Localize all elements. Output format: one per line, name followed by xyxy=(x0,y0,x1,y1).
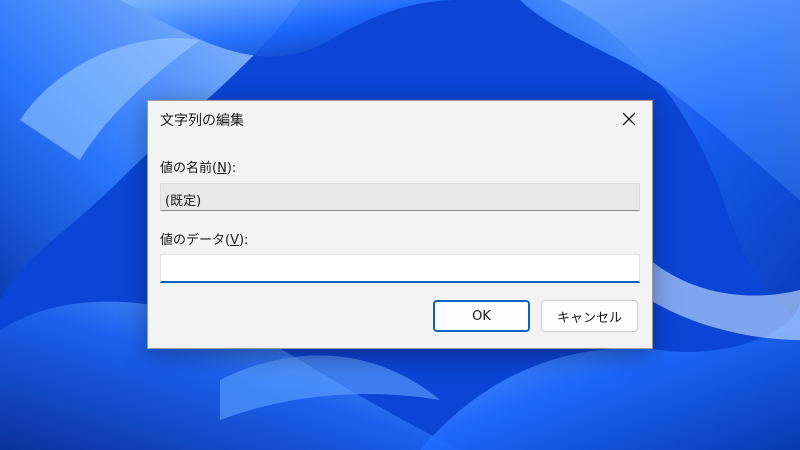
value-name-label-text: 値の名前( xyxy=(160,161,218,176)
value-name-field[interactable]: (既定) xyxy=(160,183,640,211)
value-name-label-suffix: ): xyxy=(226,161,237,176)
close-icon xyxy=(622,112,636,126)
dialog-titlebar[interactable]: 文字列の編集 xyxy=(148,101,652,137)
cancel-button[interactable]: キャンセル xyxy=(541,300,638,332)
value-data-accesskey: V xyxy=(230,233,239,248)
dialog-title: 文字列の編集 xyxy=(160,113,244,129)
desktop-wallpaper: 文字列の編集 値の名前(N): (既定) 値のデータ(V): OK キャンセル xyxy=(0,0,800,450)
value-name-label: 値の名前(N): xyxy=(160,157,236,176)
edit-string-dialog: 文字列の編集 値の名前(N): (既定) 値のデータ(V): OK キャンセル xyxy=(147,100,653,349)
value-data-label-suffix: ): xyxy=(238,233,249,248)
close-button[interactable] xyxy=(614,105,644,133)
value-data-label: 値のデータ(V): xyxy=(160,229,248,248)
value-data-input[interactable] xyxy=(160,254,640,283)
ok-button[interactable]: OK xyxy=(433,300,530,332)
value-data-label-text: 値のデータ( xyxy=(160,233,231,248)
value-name-accesskey: N xyxy=(217,161,227,176)
